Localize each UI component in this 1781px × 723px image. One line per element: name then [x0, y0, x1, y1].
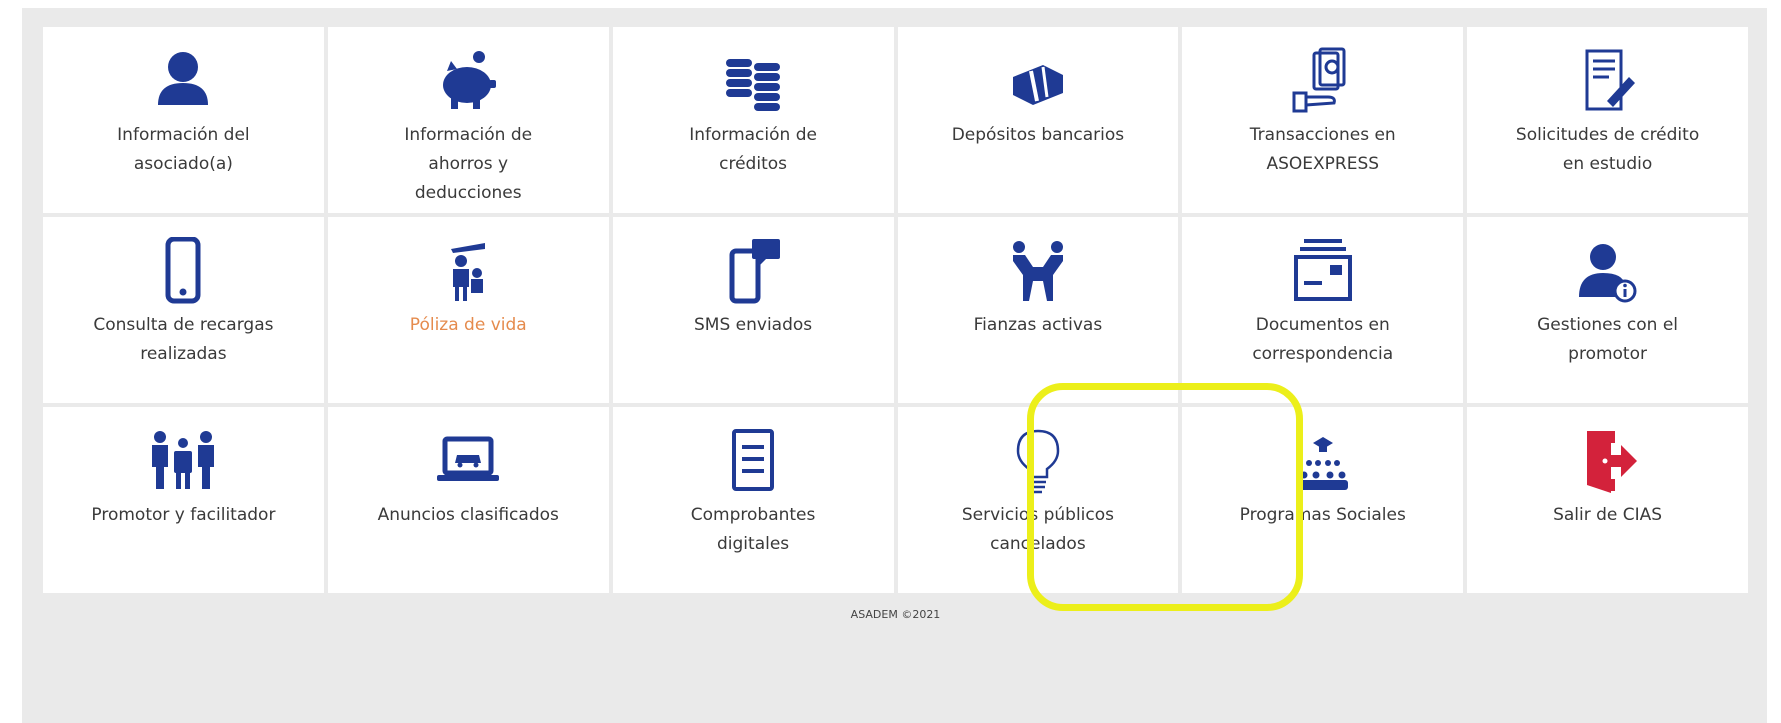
tile-programas-sociales[interactable]: Programas Sociales: [1182, 407, 1464, 593]
tile-label: Documentos en correspondencia: [1252, 315, 1394, 364]
lightbulb-icon: [1003, 427, 1073, 497]
footer-copyright: ASADEM ©2021: [850, 608, 941, 621]
family-protection-icon: [433, 237, 503, 307]
tile-label: Consulta de recargas realizadas: [93, 315, 274, 364]
people-meeting-icon: [148, 427, 218, 497]
tile-poliza-vida[interactable]: Póliza de vida: [327, 217, 609, 403]
tile-transacciones-asoexpress[interactable]: Transacciones en ASOEXPRESS: [1182, 27, 1464, 213]
phone-message-icon: [718, 237, 788, 307]
tile-label: Programas Sociales: [1239, 505, 1406, 525]
hand-cash-icon: [1288, 47, 1358, 117]
tile-label: Anuncios clasificados: [377, 505, 559, 525]
smartphone-icon: [148, 237, 218, 307]
menu-grid: Información del asociado(a) Información …: [43, 27, 1748, 593]
person-icon: [148, 47, 218, 117]
tile-comprobantes-digitales[interactable]: Comprobantes digitales: [612, 407, 894, 593]
tile-informacion-asociado[interactable]: Información del asociado(a): [43, 27, 324, 213]
mail-documents-icon: [1288, 237, 1358, 307]
tile-promotor-facilitador[interactable]: Promotor y facilitador: [43, 407, 324, 593]
tile-sms-enviados[interactable]: SMS enviados: [612, 217, 894, 403]
coins-stack-icon: [718, 47, 788, 117]
tile-label: Transacciones en ASOEXPRESS: [1249, 125, 1396, 174]
tile-salir-cias[interactable]: Salir de CIAS: [1467, 407, 1748, 593]
tile-anuncios-clasificados[interactable]: Anuncios clasificados: [327, 407, 609, 593]
piggy-bank-icon: [433, 47, 503, 117]
tile-consulta-recargas[interactable]: Consulta de recargas realizadas: [43, 217, 324, 403]
document-lines-icon: [718, 427, 788, 497]
tile-label: Gestiones con el promotor: [1537, 315, 1679, 364]
tile-label: Póliza de vida: [409, 315, 527, 335]
tile-servicios-publicos[interactable]: Servicios públicos cancelados: [897, 407, 1179, 593]
tile-depositos-bancarios[interactable]: Depósitos bancarios: [897, 27, 1179, 213]
tile-label: Servicios públicos cancelados: [961, 505, 1114, 554]
tile-ahorros-deducciones[interactable]: Información de ahorros y deducciones: [327, 27, 609, 213]
tile-solicitudes-credito[interactable]: Solicitudes de crédito en estudio: [1467, 27, 1748, 213]
tile-informacion-creditos[interactable]: Información de créditos: [612, 27, 894, 213]
tile-label: Información del asociado(a): [117, 125, 250, 174]
tile-gestiones-promotor[interactable]: Gestiones con el promotor: [1467, 217, 1748, 403]
tile-documentos-correspondencia[interactable]: Documentos en correspondencia: [1182, 217, 1464, 403]
tile-label: Información de ahorros y deducciones: [404, 125, 533, 203]
tile-label: Salir de CIAS: [1553, 505, 1663, 525]
graduation-group-icon: [1288, 427, 1358, 497]
exit-door-icon: [1573, 427, 1643, 497]
tile-label: Información de créditos: [689, 125, 817, 174]
document-sign-icon: [1573, 47, 1643, 117]
tile-label: Solicitudes de crédito en estudio: [1515, 125, 1700, 174]
tile-label: Comprobantes digitales: [690, 505, 816, 554]
tile-label: Promotor y facilitador: [91, 505, 276, 525]
tile-label: Fianzas activas: [973, 315, 1103, 335]
tile-label: Depósitos bancarios: [951, 125, 1125, 145]
agent-info-icon: [1573, 237, 1643, 307]
tile-label: SMS enviados: [694, 315, 813, 335]
handshake-icon: [1003, 237, 1073, 307]
tile-fianzas-activas[interactable]: Fianzas activas: [897, 217, 1179, 403]
laptop-car-icon: [433, 427, 503, 497]
money-bundle-icon: [1003, 47, 1073, 117]
